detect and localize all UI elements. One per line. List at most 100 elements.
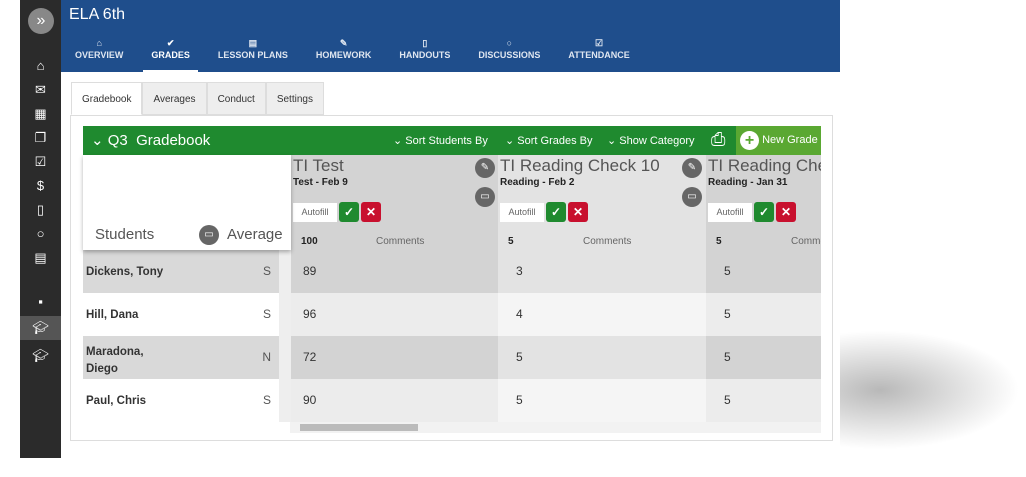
new-grade-button[interactable]: + New Grade <box>736 126 821 155</box>
document-icon[interactable]: ▤ <box>20 250 61 266</box>
grade-value[interactable]: 90 <box>303 393 316 407</box>
tab-averages[interactable]: Averages <box>142 82 207 115</box>
show-category-dropdown[interactable]: ⌄ Show Category <box>607 134 695 147</box>
max-points: 5 <box>716 236 722 247</box>
close-icon[interactable]: ✕ <box>776 202 796 222</box>
grade-cell[interactable]: 90 <box>291 379 498 422</box>
overview-icon: ⌂ <box>96 38 102 48</box>
nav-tab-grades[interactable]: ✔ GRADES <box>143 36 198 72</box>
grade-value[interactable]: 5 <box>516 350 523 364</box>
nav-label: DISCUSSIONS <box>478 50 541 60</box>
nav-tab-overview[interactable]: ⌂ OVERVIEW <box>67 36 131 72</box>
sort-grades-dropdown[interactable]: ⌄ Sort Grades By <box>505 134 592 147</box>
class-nav: ⌂ OVERVIEW ✔ GRADES ▤ LESSON PLANS ✎ HOMEWORK ▯ H… <box>67 36 650 72</box>
grade-value[interactable]: 4 <box>516 307 523 321</box>
tab-settings[interactable]: Settings <box>265 82 324 115</box>
assignment-category-date: Reading - Jan 31 <box>708 177 788 188</box>
vertical-scrollbar[interactable] <box>279 250 291 293</box>
chart-icon[interactable]: ▭ <box>199 225 219 245</box>
file-icon[interactable]: ▯ <box>20 202 61 218</box>
grade-value[interactable]: 5 <box>724 393 731 407</box>
grade-value[interactable]: 5 <box>724 264 731 278</box>
grade-cell[interactable]: 96 <box>291 293 498 336</box>
home-icon[interactable]: ⌂ <box>20 58 61 73</box>
close-icon[interactable]: ✕ <box>568 202 588 222</box>
vertical-scrollbar[interactable] <box>279 379 291 422</box>
student-average: S <box>262 393 271 407</box>
max-points: 5 <box>508 236 514 247</box>
autofill-input[interactable]: Autofill <box>708 203 752 222</box>
grade-cell[interactable]: 5 <box>706 293 821 336</box>
gradebook-title[interactable]: ⌄ Q3 Gradebook <box>91 131 210 149</box>
grade-value[interactable]: 5 <box>516 393 523 407</box>
grade-value[interactable]: 72 <box>303 350 316 364</box>
mail-icon[interactable]: ✉ <box>20 82 61 98</box>
grade-cell[interactable]: 5 <box>706 379 821 422</box>
assignment-name[interactable]: TI Reading Check 10 <box>500 156 660 176</box>
student-cell[interactable]: Hill, Dana S <box>83 293 279 336</box>
grade-value[interactable]: 89 <box>303 264 316 278</box>
tab-conduct[interactable]: Conduct <box>206 82 266 115</box>
table-row: Hill, Dana S 96 4 5 <box>83 293 821 336</box>
grade-cell[interactable]: 4 <box>498 293 706 336</box>
chart-icon[interactable]: ▭ <box>475 187 495 207</box>
chat-icon[interactable]: ○ <box>20 226 61 241</box>
chart-icon[interactable]: ▭ <box>682 187 702 207</box>
graduation-cap-icon[interactable]: 🎓︎ <box>20 316 61 340</box>
assignment-name[interactable]: TI Reading Check <box>708 156 821 176</box>
student-name[interactable]: Dickens, Tony <box>86 264 166 281</box>
grade-cell[interactable]: 89 <box>291 250 498 293</box>
class-title: ELA 6th <box>69 6 126 23</box>
max-points: 100 <box>301 236 318 247</box>
grade-cell[interactable]: 5 <box>706 336 821 379</box>
student-cell[interactable]: Dickens, Tony S <box>83 250 279 293</box>
student-average: S <box>262 264 271 278</box>
nav-tab-handouts[interactable]: ▯ HANDOUTS <box>391 36 458 72</box>
comments-label: Comments <box>376 236 425 247</box>
nav-tab-discussions[interactable]: ○ DISCUSSIONS <box>470 36 548 72</box>
tab-gradebook[interactable]: Gradebook <box>71 82 143 115</box>
expand-icon[interactable]: » <box>28 8 54 34</box>
horizontal-scrollbar[interactable] <box>290 422 821 433</box>
grade-cell[interactable]: 3 <box>498 250 706 293</box>
grade-cell[interactable]: 5 <box>498 379 706 422</box>
print-icon[interactable]: ⎙ <box>711 129 725 150</box>
nav-tab-attendance[interactable]: ☑ ATTENDANCE <box>560 36 637 72</box>
close-icon[interactable]: ✕ <box>361 202 381 222</box>
check-icon[interactable]: ✓ <box>754 202 774 222</box>
student-name[interactable]: Paul, Chris <box>86 393 166 410</box>
edit-icon[interactable]: ✎ <box>682 158 702 178</box>
assignment-name[interactable]: TI Test <box>293 156 344 176</box>
scrollbar-thumb[interactable] <box>300 424 418 431</box>
student-cell[interactable]: Paul, Chris S <box>83 379 279 422</box>
student-cell[interactable]: Maradona, Diego N <box>83 336 279 379</box>
student-name[interactable]: Maradona, Diego <box>86 344 166 378</box>
assignment-category-date: Reading - Feb 2 <box>500 177 575 188</box>
grade-cell[interactable]: 5 <box>498 336 706 379</box>
vertical-scrollbar[interactable] <box>279 293 291 336</box>
autofill-input[interactable]: Autofill <box>293 203 337 222</box>
clipboard-icon[interactable]: ☑ <box>20 154 61 170</box>
calendar-icon[interactable]: ▦ <box>20 106 61 122</box>
nav-tab-homework[interactable]: ✎ HOMEWORK <box>308 36 380 72</box>
grid-icon[interactable]: ▪ <box>20 294 61 309</box>
grade-value[interactable]: 5 <box>724 307 731 321</box>
edit-icon[interactable]: ✎ <box>475 158 495 178</box>
sort-students-dropdown[interactable]: ⌄ Sort Students By <box>393 134 488 147</box>
vertical-scrollbar[interactable] <box>279 336 291 379</box>
dollar-icon[interactable]: $ <box>20 178 61 193</box>
grade-cell[interactable]: 5 <box>706 250 821 293</box>
student-name[interactable]: Hill, Dana <box>86 307 166 324</box>
graduation-cap-icon-2[interactable]: 🎓︎ <box>20 348 61 364</box>
documents-icon[interactable]: ❐ <box>20 130 61 146</box>
nav-tab-lesson-plans[interactable]: ▤ LESSON PLANS <box>210 36 296 72</box>
grade-value[interactable]: 96 <box>303 307 316 321</box>
grade-cell[interactable]: 72 <box>291 336 498 379</box>
grade-value[interactable]: 3 <box>516 264 523 278</box>
grade-value[interactable]: 5 <box>724 350 731 364</box>
autofill-input[interactable]: Autofill <box>500 203 544 222</box>
grade-column-header: TI Reading Check Reading - Jan 31 Autofi… <box>706 155 821 250</box>
check-icon[interactable]: ✓ <box>546 202 566 222</box>
check-icon[interactable]: ✓ <box>339 202 359 222</box>
average-label: Average <box>227 226 283 243</box>
